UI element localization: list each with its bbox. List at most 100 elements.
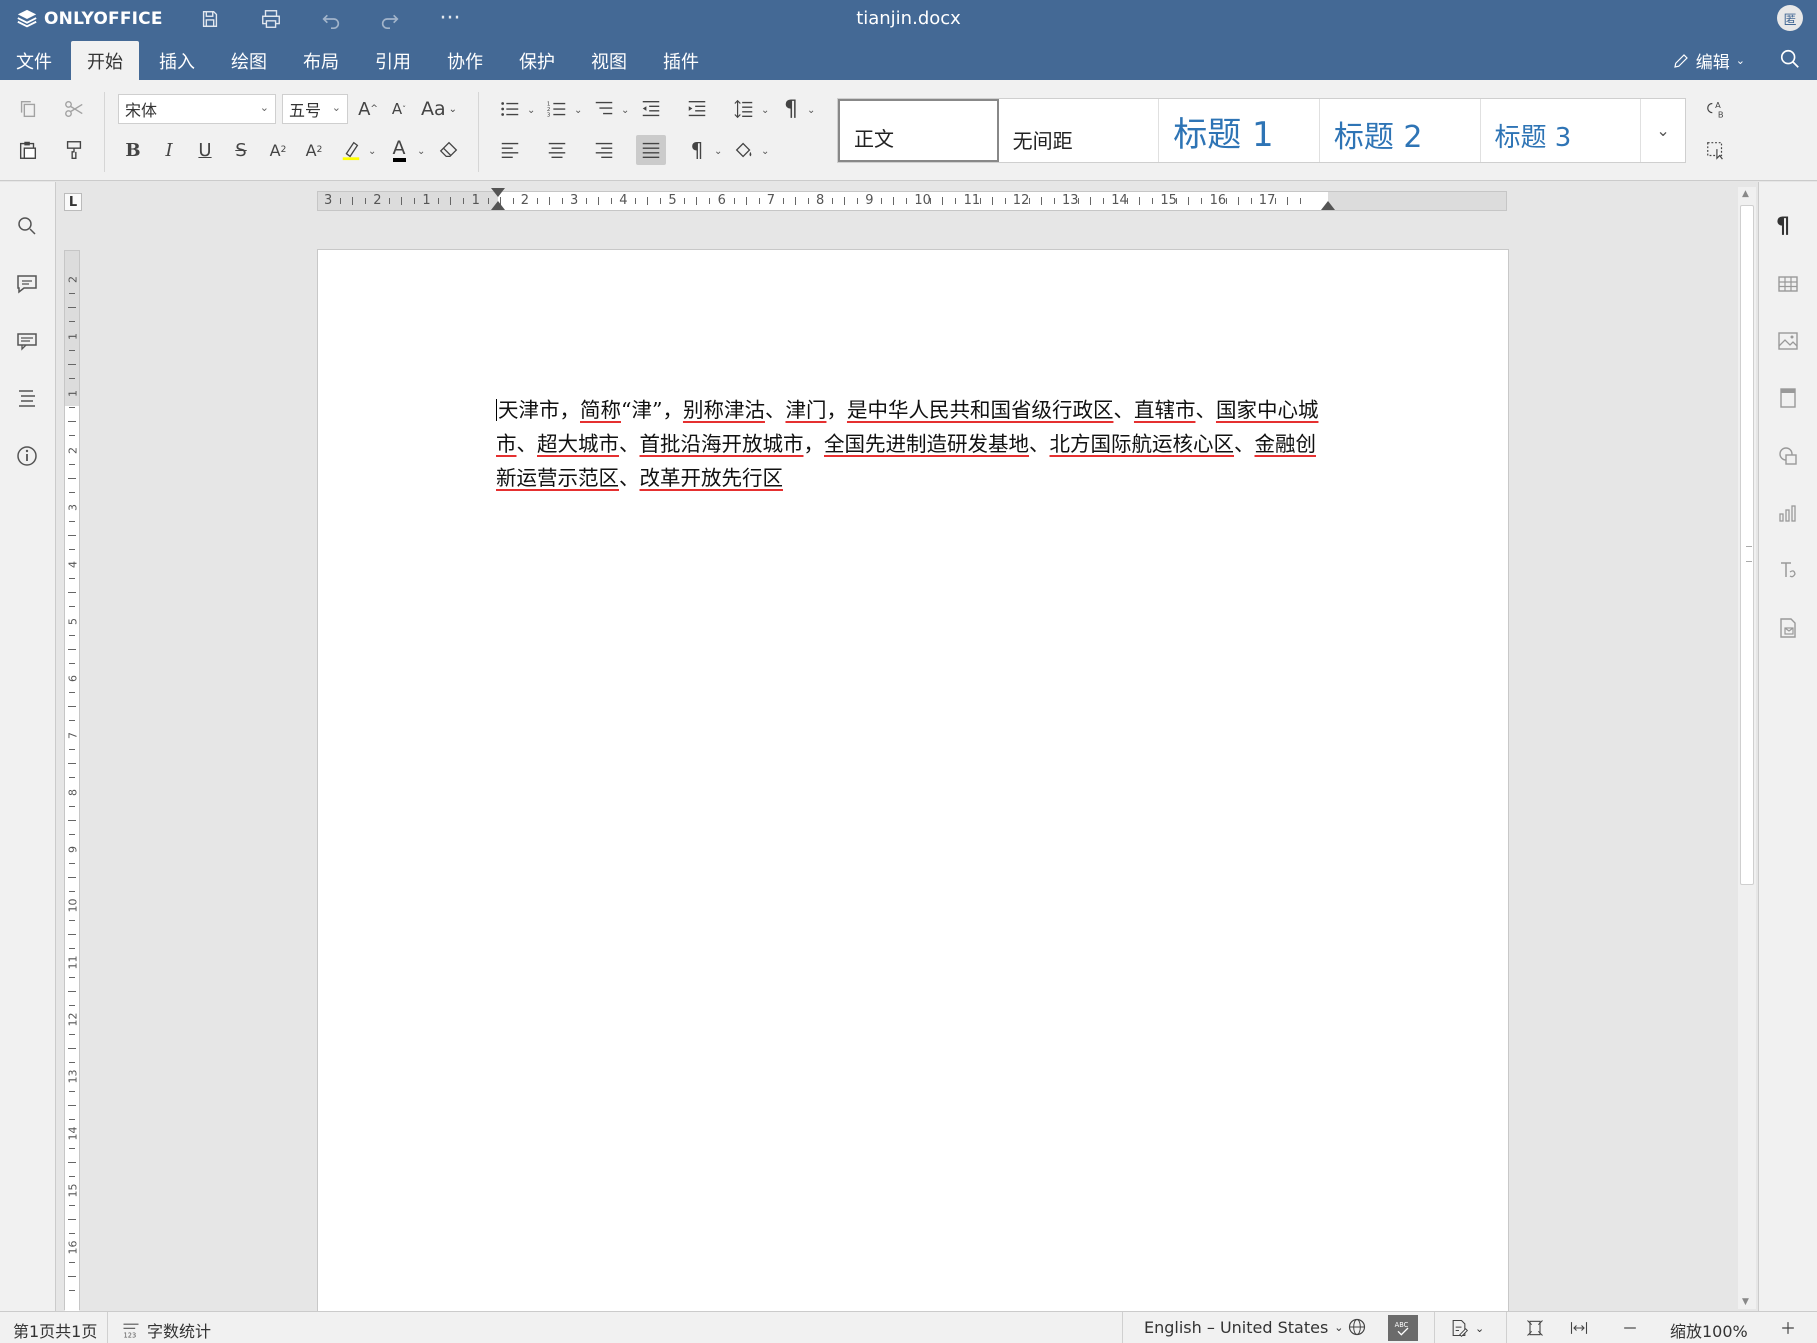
superscript-icon[interactable]: A2 <box>263 135 293 165</box>
replace-icon[interactable]: AB <box>1701 94 1731 124</box>
user-avatar[interactable]: 匿 <box>1777 5 1803 31</box>
italic-icon[interactable]: I <box>154 135 184 165</box>
paragraph-mark-icon[interactable]: ¶ <box>776 94 806 124</box>
paste-icon[interactable] <box>13 135 43 165</box>
comments-icon[interactable] <box>15 272 41 298</box>
increase-indent-icon[interactable] <box>682 94 712 124</box>
track-changes-icon[interactable]: ⌄ <box>1449 1318 1484 1338</box>
vertical-ruler[interactable]: 2 1 1 2 3 4 5 6 7 8 9 10 11 12 13 14 15 16 <box>64 250 80 1311</box>
multilevel-list-icon[interactable] <box>589 94 619 124</box>
print-icon[interactable] <box>258 6 284 32</box>
scroll-up-icon[interactable]: ▲ <box>1742 189 1749 199</box>
tab-file[interactable]: 文件 <box>0 41 68 80</box>
decrease-font-icon[interactable]: Aˇ <box>384 94 414 124</box>
chevron-down-icon[interactable]: ⌄ <box>807 105 817 116</box>
save-icon[interactable] <box>197 6 223 32</box>
chevron-down-icon[interactable]: ⌄ <box>761 105 771 116</box>
style-normal[interactable]: 正文 <box>838 99 999 162</box>
change-case-icon[interactable]: Aa ⌄ <box>419 94 459 124</box>
globe-icon[interactable] <box>1347 1317 1367 1337</box>
search-icon[interactable] <box>1779 48 1801 70</box>
tab-collaboration[interactable]: 协作 <box>431 41 499 80</box>
zoom-level[interactable]: 缩放100% <box>1670 1318 1748 1342</box>
page-info[interactable]: 第1页共1页 <box>13 1318 97 1342</box>
fit-width-icon[interactable] <box>1569 1318 1589 1338</box>
edit-mode-button[interactable]: 编辑 ⌄ <box>1672 48 1745 73</box>
align-left-icon[interactable] <box>495 135 525 165</box>
tab-draw[interactable]: 绘图 <box>215 41 283 80</box>
decrease-indent-icon[interactable] <box>636 94 666 124</box>
zoom-out-icon[interactable] <box>1620 1318 1640 1338</box>
tab-view[interactable]: 视图 <box>575 41 643 80</box>
style-heading-1[interactable]: 标题 1 <box>1159 99 1320 162</box>
font-color-icon[interactable]: A <box>384 135 414 165</box>
tab-layout[interactable]: 布局 <box>287 41 355 80</box>
document-paragraph[interactable]: 天津市，简称“津”，别称津沽、津门，是中华人民共和国省级行政区、直辖市、国家中心… <box>496 393 1336 495</box>
copy-icon[interactable] <box>13 94 43 124</box>
line-spacing-icon[interactable] <box>729 94 759 124</box>
numbered-list-icon[interactable]: 123 <box>542 94 572 124</box>
style-no-spacing[interactable]: 无间距 <box>999 99 1160 162</box>
tab-home[interactable]: 开始 <box>71 41 139 80</box>
mail-merge-icon[interactable] <box>1776 616 1802 642</box>
navigation-icon[interactable] <box>15 386 41 412</box>
search-icon[interactable] <box>15 214 41 240</box>
document-page[interactable]: 天津市，简称“津”，别称津沽、津门，是中华人民共和国省级行政区、直辖市、国家中心… <box>317 249 1509 1314</box>
justify-icon[interactable] <box>636 135 666 165</box>
chevron-down-icon[interactable]: ⌄ <box>574 105 584 116</box>
styles-more-button[interactable]: ⌄ <box>1641 99 1685 162</box>
textart-settings-icon[interactable] <box>1776 558 1802 584</box>
chevron-down-icon[interactable]: ⌄ <box>714 146 724 157</box>
tab-references[interactable]: 引用 <box>359 41 427 80</box>
style-heading-3[interactable]: 标题 3 <box>1481 99 1642 162</box>
vertical-scrollbar[interactable]: ▲ ▼ <box>1738 187 1756 1309</box>
spellcheck-icon[interactable]: ABC <box>1388 1315 1418 1341</box>
style-heading-2[interactable]: 标题 2 <box>1320 99 1481 162</box>
tab-protection[interactable]: 保护 <box>503 41 571 80</box>
cut-icon[interactable] <box>59 94 89 124</box>
nonprinting-chars-icon[interactable]: ¶ <box>682 135 712 165</box>
chart-settings-icon[interactable] <box>1776 501 1802 527</box>
select-all-icon[interactable] <box>1701 135 1731 165</box>
first-line-indent-marker[interactable] <box>491 188 505 197</box>
increase-font-icon[interactable]: A ^ <box>353 94 383 124</box>
highlight-color-icon[interactable] <box>336 135 366 165</box>
more-icon[interactable]: ··· <box>437 6 463 32</box>
align-center-icon[interactable] <box>542 135 572 165</box>
chevron-down-icon[interactable]: ⌄ <box>368 146 378 157</box>
format-painter-icon[interactable] <box>59 135 89 165</box>
shape-settings-icon[interactable] <box>1776 444 1802 470</box>
left-indent-marker[interactable] <box>491 201 505 210</box>
scroll-thumb[interactable] <box>1740 205 1754 885</box>
info-icon[interactable] <box>15 444 41 470</box>
header-footer-icon[interactable] <box>1776 386 1802 412</box>
language-select[interactable]: English – United States ⌄ <box>1144 1318 1344 1337</box>
chevron-down-icon[interactable]: ⌄ <box>417 146 427 157</box>
paragraph-settings-icon[interactable]: ¶ <box>1776 214 1802 240</box>
table-settings-icon[interactable] <box>1776 272 1802 298</box>
image-settings-icon[interactable] <box>1776 329 1802 355</box>
chat-icon[interactable] <box>15 329 41 355</box>
word-count-button[interactable]: 123 字数统计 <box>121 1318 211 1342</box>
horizontal-ruler[interactable]: 3 2 1 1 2 3 4 5 6 7 8 9 10 11 12 13 14 15 16 17 <box>317 188 1507 211</box>
clear-format-icon[interactable] <box>434 135 464 165</box>
fit-page-icon[interactable] <box>1525 1318 1545 1338</box>
chevron-down-icon[interactable]: ⌄ <box>527 105 537 116</box>
undo-icon[interactable] <box>318 6 344 32</box>
chevron-down-icon[interactable]: ⌄ <box>621 105 631 116</box>
shading-icon[interactable] <box>729 135 759 165</box>
zoom-in-icon[interactable] <box>1778 1318 1798 1338</box>
redo-icon[interactable] <box>377 6 403 32</box>
bold-icon[interactable]: B <box>118 135 148 165</box>
tab-insert[interactable]: 插入 <box>143 41 211 80</box>
right-indent-marker[interactable] <box>1321 201 1335 210</box>
tab-stop-selector[interactable]: L <box>64 193 82 211</box>
underline-icon[interactable]: U <box>190 135 220 165</box>
chevron-down-icon[interactable]: ⌄ <box>761 146 771 157</box>
font-name-select[interactable]: 宋体 ⌄ <box>118 94 276 124</box>
bullet-list-icon[interactable] <box>495 94 525 124</box>
tab-plugins[interactable]: 插件 <box>647 41 715 80</box>
subscript-icon[interactable]: A2 <box>299 135 329 165</box>
strikethrough-icon[interactable]: S <box>226 135 256 165</box>
align-right-icon[interactable] <box>589 135 619 165</box>
